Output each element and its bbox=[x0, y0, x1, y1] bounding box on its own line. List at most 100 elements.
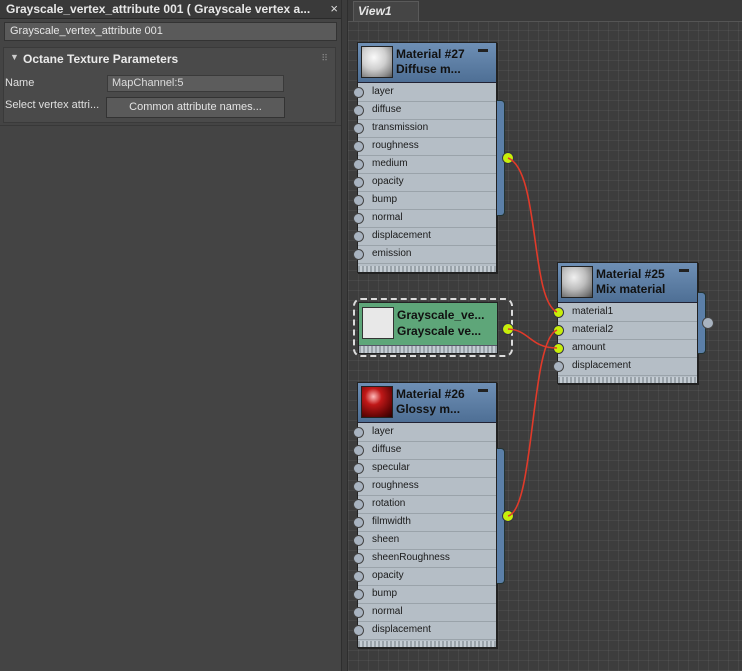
node-header[interactable]: Material #27 Diffuse m... bbox=[358, 43, 496, 83]
slot-medium[interactable]: medium bbox=[353, 156, 496, 174]
map-channel-input[interactable]: MapChannel:5 bbox=[107, 75, 284, 92]
input-connector[interactable] bbox=[353, 213, 364, 224]
material-25-node[interactable]: Material #25 Mix material material1 mater… bbox=[553, 262, 698, 384]
slot-roughness[interactable]: roughness bbox=[353, 478, 496, 496]
node-header[interactable]: Material #25 Mix material bbox=[558, 263, 697, 303]
input-connector[interactable] bbox=[553, 361, 564, 372]
slot-label: roughness bbox=[372, 480, 419, 491]
input-connector[interactable] bbox=[353, 87, 364, 98]
input-connector[interactable] bbox=[353, 553, 364, 564]
slot-diffuse[interactable]: diffuse bbox=[353, 102, 496, 120]
rollout-header[interactable]: ▼ Octane Texture Parameters ⠿ bbox=[4, 48, 335, 68]
grayscale-output-connector[interactable] bbox=[502, 323, 514, 335]
slot-roughness[interactable]: roughness bbox=[353, 138, 496, 156]
name-label: Name bbox=[5, 77, 35, 89]
slot-label: material2 bbox=[572, 324, 614, 335]
slot-normal[interactable]: normal bbox=[353, 210, 496, 228]
input-connector[interactable] bbox=[353, 517, 364, 528]
slot-normal[interactable]: normal bbox=[353, 604, 496, 622]
collapse-arrow-icon[interactable]: ▼ bbox=[10, 52, 19, 62]
node-resize-grip[interactable] bbox=[358, 641, 496, 647]
slot-layer[interactable]: layer bbox=[353, 84, 496, 102]
slot-diffuse[interactable]: diffuse bbox=[353, 442, 496, 460]
slot-filmwidth[interactable]: filmwidth bbox=[353, 514, 496, 532]
glossy-material-thumbnail bbox=[361, 386, 393, 418]
minimize-icon[interactable] bbox=[679, 269, 689, 272]
input-connector[interactable] bbox=[353, 571, 364, 582]
input-connector[interactable] bbox=[353, 231, 364, 242]
input-connector[interactable] bbox=[353, 625, 364, 636]
slot-displacement[interactable]: displacement bbox=[353, 622, 496, 640]
input-connector[interactable] bbox=[553, 343, 564, 354]
input-connector[interactable] bbox=[353, 159, 364, 170]
slot-opacity[interactable]: opacity bbox=[353, 568, 496, 586]
slot-material2[interactable]: material2 bbox=[553, 322, 697, 340]
minimize-icon[interactable] bbox=[478, 389, 488, 392]
slot-transmission[interactable]: transmission bbox=[353, 120, 496, 138]
input-connector[interactable] bbox=[353, 481, 364, 492]
panel-title: Grayscale_vertex_attribute 001 ( Graysca… bbox=[6, 2, 311, 16]
grayscale-thumbnail bbox=[362, 307, 394, 339]
node-name-field[interactable]: Grayscale_vertex_attribute 001 bbox=[4, 22, 337, 41]
input-connector[interactable] bbox=[553, 307, 564, 318]
node-resize-grip[interactable] bbox=[358, 266, 496, 272]
material-26-output-connector[interactable] bbox=[502, 510, 514, 522]
slot-material1[interactable]: material1 bbox=[553, 304, 697, 322]
input-connector[interactable] bbox=[353, 427, 364, 438]
node-title: Grayscale_ve... bbox=[397, 308, 485, 322]
slot-label: medium bbox=[372, 158, 408, 169]
diffuse-material-thumbnail bbox=[361, 46, 393, 78]
input-connector[interactable] bbox=[353, 141, 364, 152]
rollout-title: Octane Texture Parameters bbox=[23, 52, 179, 66]
slot-rotation[interactable]: rotation bbox=[353, 496, 496, 514]
parameter-panel: Grayscale_vertex_attribute 001 ( Graysca… bbox=[0, 0, 341, 671]
panel-splitter[interactable] bbox=[341, 0, 348, 671]
material-27-output-connector[interactable] bbox=[502, 152, 514, 164]
close-icon[interactable]: × bbox=[330, 1, 338, 16]
material-26-node[interactable]: Material #26 Glossy m... layer diffuse spe… bbox=[353, 382, 497, 648]
slot-bump[interactable]: bump bbox=[353, 192, 496, 210]
node-header[interactable]: Material #26 Glossy m... bbox=[358, 383, 496, 423]
grip-icon[interactable]: ⠿ bbox=[321, 53, 328, 64]
slot-bump[interactable]: bump bbox=[353, 586, 496, 604]
material-27-node[interactable]: Material #27 Diffuse m... layer diffuse tr… bbox=[353, 42, 497, 273]
slot-displacement[interactable]: displacement bbox=[353, 228, 496, 246]
slot-label: diffuse bbox=[372, 444, 402, 455]
input-connector[interactable] bbox=[353, 463, 364, 474]
common-attribute-names-button[interactable]: Common attribute names... bbox=[106, 97, 285, 118]
node-subtitle: Mix material bbox=[596, 282, 666, 296]
slot-label: displacement bbox=[372, 230, 431, 241]
slot-sheenroughness[interactable]: sheenRoughness bbox=[353, 550, 496, 568]
input-connector[interactable] bbox=[353, 123, 364, 134]
input-connector[interactable] bbox=[353, 249, 364, 260]
input-connector[interactable] bbox=[353, 177, 364, 188]
node-resize-grip[interactable] bbox=[359, 345, 497, 353]
slot-layer[interactable]: layer bbox=[353, 424, 496, 442]
slot-displacement[interactable]: displacement bbox=[553, 358, 697, 376]
input-connector[interactable] bbox=[353, 445, 364, 456]
input-connector[interactable] bbox=[553, 325, 564, 336]
slot-sheen[interactable]: sheen bbox=[353, 532, 496, 550]
slot-opacity[interactable]: opacity bbox=[353, 174, 496, 192]
slot-specular[interactable]: specular bbox=[353, 460, 496, 478]
material-25-output-connector[interactable] bbox=[702, 317, 714, 329]
slot-label: sheen bbox=[372, 534, 400, 545]
panel-title-bar: Grayscale_vertex_attribute 001 ( Graysca… bbox=[0, 0, 341, 19]
slot-label: material1 bbox=[572, 306, 614, 317]
input-connector[interactable] bbox=[353, 105, 364, 116]
slot-emission[interactable]: emission bbox=[353, 246, 496, 264]
panel-empty-area bbox=[0, 125, 341, 671]
node-subtitle: Glossy m... bbox=[396, 402, 461, 416]
node-subtitle: Diffuse m... bbox=[396, 62, 461, 76]
input-connector[interactable] bbox=[353, 499, 364, 510]
slot-amount[interactable]: amount bbox=[553, 340, 697, 358]
input-connector[interactable] bbox=[353, 195, 364, 206]
input-connector[interactable] bbox=[353, 607, 364, 618]
slot-label: amount bbox=[572, 342, 606, 353]
node-resize-grip[interactable] bbox=[558, 377, 697, 383]
input-connector[interactable] bbox=[353, 535, 364, 546]
input-connector[interactable] bbox=[353, 589, 364, 600]
grayscale-vertex-attribute-node[interactable]: Grayscale_ve... Grayscale ve... bbox=[358, 302, 498, 354]
tab-view1[interactable]: View1 bbox=[353, 1, 419, 21]
minimize-icon[interactable] bbox=[478, 49, 488, 52]
